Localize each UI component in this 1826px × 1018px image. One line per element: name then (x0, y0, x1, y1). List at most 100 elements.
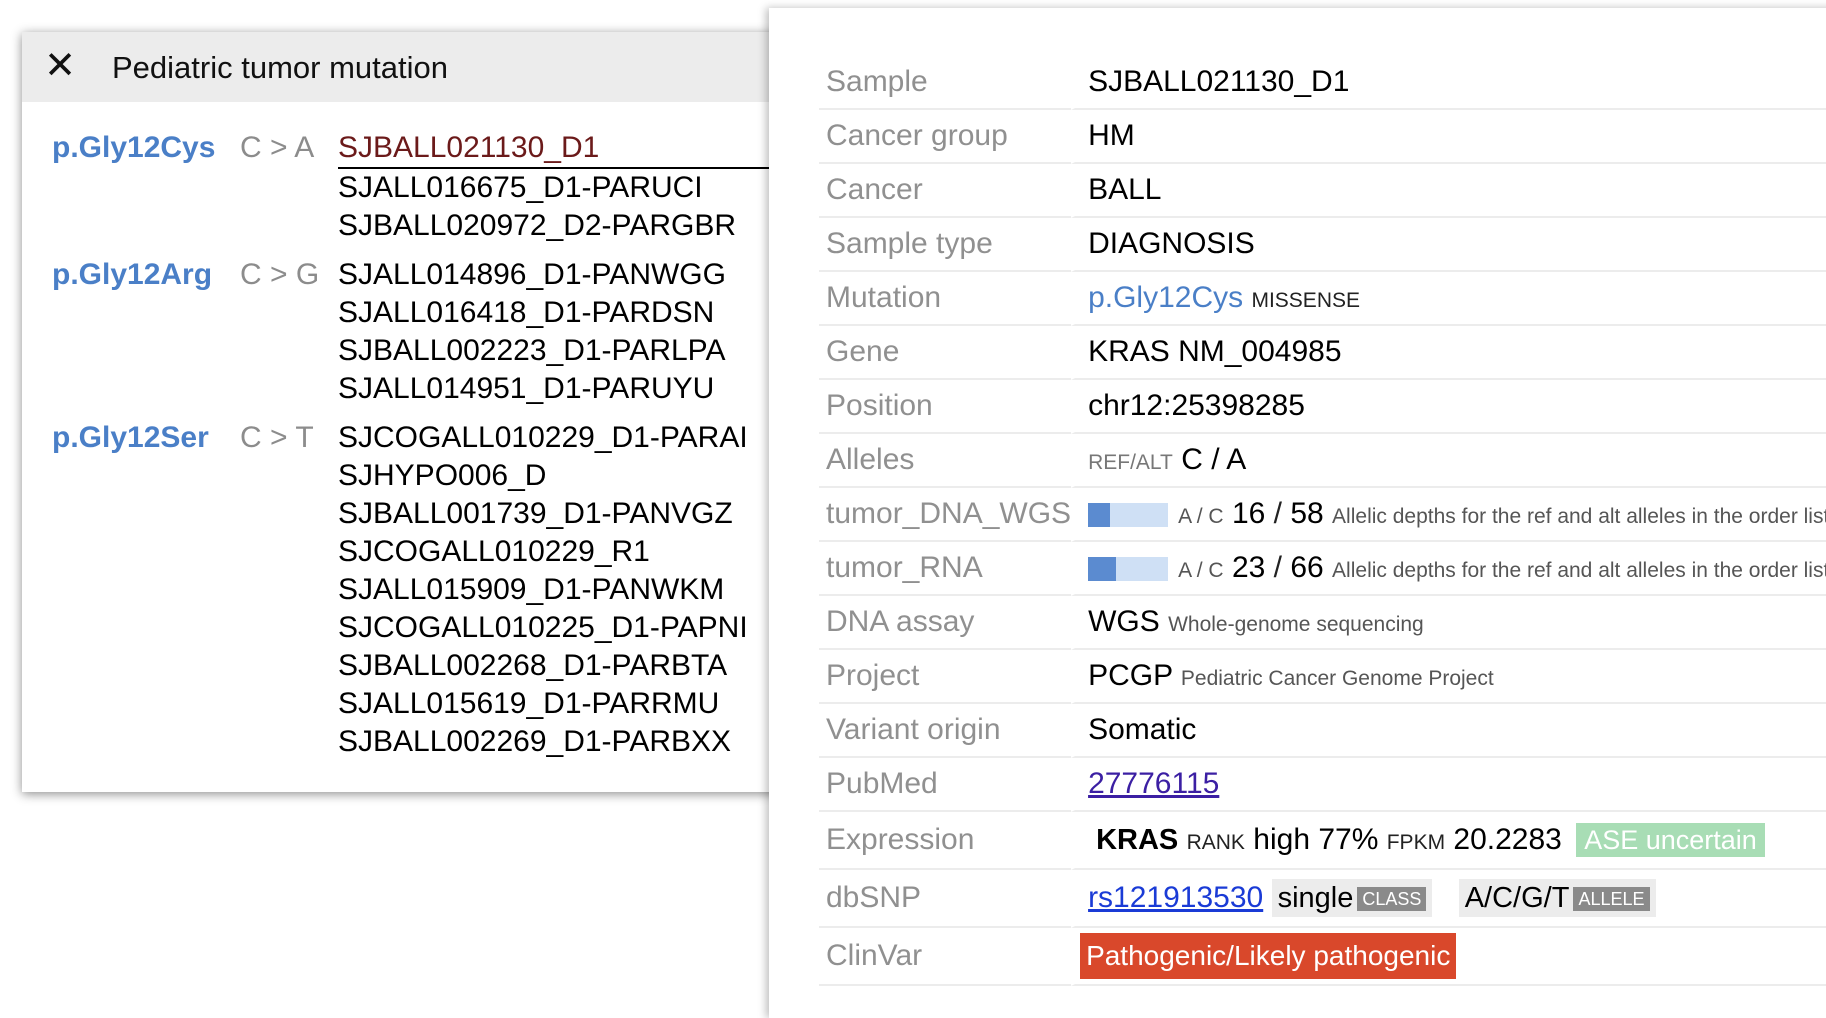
dna-assay-value: WGS Whole-genome sequencing (1071, 596, 1826, 650)
row-label: Variant origin (819, 704, 1072, 758)
alt-count: 16 (1231, 497, 1266, 530)
row-label: Sample type (819, 218, 1072, 272)
rank-label: RANK (1186, 831, 1245, 854)
row-label: DNA assay (819, 596, 1072, 650)
total-count: 66 (1290, 551, 1324, 584)
clinvar-value: Pathogenic/Likely pathogenic (1071, 928, 1826, 986)
mutation-link[interactable]: p.Gly12Cys (1088, 281, 1243, 314)
tumor-rna-value: A / C 23 / 66 Allelic depths for the ref… (1071, 542, 1826, 596)
variant-origin-value: Somatic (1071, 704, 1826, 758)
allele-order: A / C (1178, 505, 1224, 528)
row-label: Sample (819, 56, 1072, 110)
sample-link[interactable]: SJBALL002223_D1-PARLPA (338, 332, 726, 370)
sample-link[interactable]: SJBALL020972_D2-PARGBR (338, 207, 778, 245)
mutation-class: MISSENSE (1251, 289, 1360, 312)
fpkm-value: 20.2283 (1453, 823, 1562, 856)
row-expression: Expression KRAS RANK high 77% FPKM 20.22… (819, 812, 1826, 870)
nucleotide-change: C > A (240, 131, 315, 164)
mutation-groups: p.Gly12Cys C > A SJBALL021130_D1 SJALL01667… (52, 129, 778, 772)
row-pubmed: PubMed 27776115 (819, 758, 1826, 812)
mutation-link[interactable]: p.Gly12Ser (52, 419, 240, 761)
allelic-depth-desc: Allelic depths for the ref and alt allel… (1332, 559, 1826, 582)
mutation-group: p.Gly12Cys C > A SJBALL021130_D1 SJALL01667… (52, 129, 778, 245)
row-label: Gene (819, 326, 1072, 380)
close-icon[interactable]: ✕ (40, 44, 80, 88)
row-cancer-group: Cancer group HM (819, 110, 1826, 164)
snp-class-value: single (1277, 882, 1354, 914)
sample-link[interactable]: SJBALL001739_D1-PANVGZ (338, 495, 748, 533)
nucleotide-change: C > T (240, 421, 314, 454)
sample-link[interactable]: SJALL016418_D1-PARDSN (338, 294, 726, 332)
sample-list: SJCOGALL010229_D1-PARAI SJHYPO006_D SJBALL… (338, 419, 748, 761)
row-label: Mutation (819, 272, 1072, 326)
row-dna-assay: DNA assay WGS Whole-genome sequencing (819, 596, 1826, 650)
row-sample: Sample SJBALL021130_D1 (819, 56, 1826, 110)
sample-list: SJALL014896_D1-PANWGG SJALL016418_D1-PARD… (338, 256, 726, 408)
sample-link[interactable]: SJALL014896_D1-PANWGG (338, 256, 726, 294)
row-mutation: Mutation p.Gly12Cys MISSENSE (819, 272, 1826, 326)
sample-link[interactable]: SJCOGALL010229_D1-PARAI (338, 419, 748, 457)
row-label: Position (819, 380, 1072, 434)
cancer-group-value: HM (1071, 110, 1826, 164)
alleles-value: REF/ALT C / A (1071, 434, 1826, 488)
allelic-depth-desc: Allelic depths for the ref and alt allel… (1332, 505, 1826, 528)
sample-link[interactable]: SJBALL002269_D1-PARBXX (338, 723, 748, 761)
sample-link[interactable]: SJALL016675_D1-PARUCI (338, 169, 778, 207)
row-label: tumor_RNA (819, 542, 1072, 596)
mutation-value: p.Gly12Cys MISSENSE (1071, 272, 1826, 326)
allele-order: A / C (1178, 559, 1224, 582)
allele-fraction-bar (1088, 557, 1169, 582)
row-label: dbSNP (819, 870, 1072, 928)
row-variant-origin: Variant origin Somatic (819, 704, 1826, 758)
sample-link-selected[interactable]: SJBALL021130_D1 (338, 129, 778, 169)
snp-class-tag: single CLASS (1271, 879, 1433, 917)
sample-link[interactable]: SJALL014951_D1-PARUYU (338, 370, 726, 408)
alt-count: 23 (1231, 551, 1266, 584)
row-label: ClinVar (819, 928, 1072, 986)
row-tumor-dna-wgs: tumor_DNA_WGS A / C 16 / 58 Allelic dept… (819, 488, 1826, 542)
project-value: PCGP Pediatric Cancer Genome Project (1071, 650, 1826, 704)
mutation-group: p.Gly12Ser C > T SJCOGALL010229_D1-PARAI SJ… (52, 419, 778, 761)
project-desc: Pediatric Cancer Genome Project (1180, 667, 1494, 690)
row-cancer: Cancer BALL (819, 164, 1826, 218)
sample-type-value: DIAGNOSIS (1071, 218, 1826, 272)
sample-link[interactable]: SJBALL002268_D1-PARBTA (338, 647, 748, 685)
pubmed-link[interactable]: 27776115 (1088, 767, 1219, 800)
row-dbsnp: dbSNP rs121913530 single CLASS A/C/G/T ALL… (819, 870, 1826, 928)
allele-fraction-bar (1088, 503, 1169, 528)
mutation-panel: ✕ Pediatric tumor mutation p.Gly12Cys C >… (22, 32, 784, 792)
row-gene: Gene KRAS NM_004985 (819, 326, 1826, 380)
sample-link[interactable]: SJALL015619_D1-PARRMU (338, 685, 748, 723)
ase-badge: ASE uncertain (1576, 823, 1765, 857)
snp-allele-value: A/C/G/T (1464, 882, 1570, 914)
sample-link[interactable]: SJHYPO006_D (338, 457, 748, 495)
row-label: Project (819, 650, 1072, 704)
sample-value: SJBALL021130_D1 (1071, 56, 1826, 110)
row-label: tumor_DNA_WGS (819, 488, 1072, 542)
sample-link[interactable]: SJCOGALL010229_R1 (338, 533, 748, 571)
position-value: chr12:25398285 (1071, 380, 1826, 434)
pubmed-value: 27776115 (1071, 758, 1826, 812)
row-project: Project PCGP Pediatric Cancer Genome Pro… (819, 650, 1826, 704)
mutation-group: p.Gly12Arg C > G SJALL014896_D1-PANWGG SJAL… (52, 256, 778, 408)
snp-allele-label: ALLELE (1573, 886, 1650, 911)
sample-link[interactable]: SJCOGALL010225_D1-PAPNI (338, 609, 748, 647)
ref-alt-value: C / A (1181, 443, 1247, 476)
sample-list: SJBALL021130_D1 SJALL016675_D1-PARUCI SJBA… (338, 129, 778, 245)
count-separator: / (1265, 497, 1291, 530)
nucleotide-change: C > G (240, 258, 320, 291)
dbsnp-link[interactable]: rs121913530 (1088, 881, 1263, 914)
row-label: Expression (819, 812, 1072, 870)
row-clinvar: ClinVar Pathogenic/Likely pathogenic (819, 928, 1826, 986)
sample-link[interactable]: SJALL015909_D1-PANWKM (338, 571, 748, 609)
rank-value: high 77% (1253, 823, 1379, 856)
total-count: 58 (1290, 497, 1324, 530)
row-position: Position chr12:25398285 (819, 380, 1826, 434)
count-separator: / (1265, 551, 1291, 584)
mutation-link[interactable]: p.Gly12Arg (52, 256, 240, 408)
allele-fraction-fill (1088, 503, 1111, 528)
mutation-link[interactable]: p.Gly12Cys (52, 129, 240, 245)
fpkm-label: FPKM (1386, 831, 1446, 854)
panel-header: ✕ Pediatric tumor mutation (22, 32, 784, 102)
row-label: Cancer (819, 164, 1072, 218)
